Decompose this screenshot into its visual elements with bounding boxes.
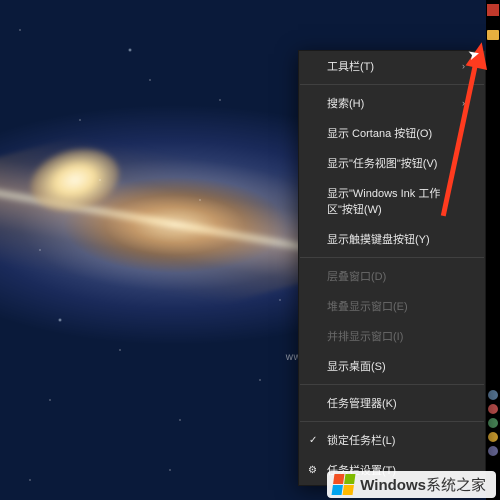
menu-item[interactable]: 显示"Windows Ink 工作区"按钮(W) xyxy=(299,178,485,224)
menu-item[interactable]: 显示 Cortana 按钮(O) xyxy=(299,118,485,148)
menu-item-label: 任务管理器(K) xyxy=(327,395,397,411)
menu-separator xyxy=(300,84,484,85)
watermark-brand: Windows xyxy=(360,477,426,494)
menu-item-label: 显示"任务视图"按钮(V) xyxy=(327,155,437,171)
menu-item[interactable]: 显示桌面(S) xyxy=(299,351,485,381)
menu-item-label: 显示桌面(S) xyxy=(327,358,386,374)
menu-item-label: 显示触摸键盘按钮(Y) xyxy=(327,231,430,247)
tray-icon[interactable] xyxy=(488,418,498,428)
system-tray[interactable] xyxy=(487,386,499,460)
menu-item-label: 显示"Windows Ink 工作区"按钮(W) xyxy=(327,185,465,217)
chevron-right-icon: › xyxy=(462,61,465,71)
tray-icon[interactable] xyxy=(488,432,498,442)
tray-icon[interactable] xyxy=(488,446,498,456)
menu-separator xyxy=(300,384,484,385)
windows-logo-icon xyxy=(332,474,356,495)
gear-icon: ⚙ xyxy=(308,465,317,476)
menu-separator xyxy=(300,421,484,422)
menu-item-label: 搜索(H) xyxy=(327,95,364,111)
menu-item-label: 堆叠显示窗口(E) xyxy=(327,298,408,314)
menu-item-label: 工具栏(T) xyxy=(327,58,374,74)
menu-item-label: 锁定任务栏(L) xyxy=(327,432,395,448)
menu-item[interactable]: 搜索(H) › xyxy=(299,88,485,118)
menu-item[interactable]: 任务管理器(K) xyxy=(299,388,485,418)
menu-item: 层叠窗口(D) xyxy=(299,261,485,291)
menu-separator xyxy=(300,257,484,258)
tray-icon[interactable] xyxy=(488,390,498,400)
wps-icon[interactable] xyxy=(487,4,499,16)
folder-icon[interactable] xyxy=(487,30,499,40)
menu-item[interactable]: 锁定任务栏(L) xyxy=(299,425,485,455)
menu-item: 堆叠显示窗口(E) xyxy=(299,291,485,321)
menu-item-label: 显示 Cortana 按钮(O) xyxy=(327,125,432,141)
watermark-badge: Windows系统之家 xyxy=(327,471,496,498)
menu-item[interactable]: 显示"任务视图"按钮(V) xyxy=(299,148,485,178)
menu-item: 并排显示窗口(I) xyxy=(299,321,485,351)
chevron-right-icon: › xyxy=(462,98,465,108)
watermark-suffix: 系统之家 xyxy=(426,477,486,494)
menu-item[interactable]: 显示触摸键盘按钮(Y) xyxy=(299,224,485,254)
tray-icon[interactable] xyxy=(488,404,498,414)
menu-item[interactable]: 工具栏(T) › xyxy=(299,51,485,81)
menu-item-label: 并排显示窗口(I) xyxy=(327,328,403,344)
menu-item-label: 层叠窗口(D) xyxy=(327,268,386,284)
taskbar-vertical[interactable] xyxy=(486,0,500,500)
taskbar-context-menu: 工具栏(T) › 搜索(H) › 显示 Cortana 按钮(O) 显示"任务视图"按钮(… xyxy=(298,50,486,486)
